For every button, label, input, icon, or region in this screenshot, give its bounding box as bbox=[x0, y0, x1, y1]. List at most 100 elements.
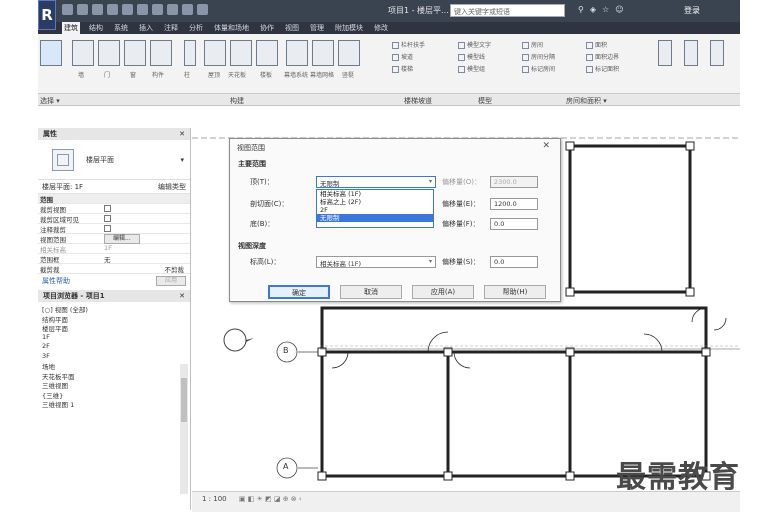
user-icon[interactable]: ☺ bbox=[615, 5, 623, 14]
model-line-button[interactable]: 模型线 bbox=[458, 52, 485, 61]
cancel-button[interactable]: 取消 bbox=[340, 285, 402, 299]
scroll-thumb[interactable] bbox=[181, 378, 187, 422]
tag-area-button[interactable]: 标记面积 bbox=[586, 64, 619, 73]
tree-item[interactable]: 三维视图 bbox=[42, 380, 190, 390]
tree-item[interactable]: 2F bbox=[42, 342, 190, 352]
area-boundary-button[interactable]: 面积边界 bbox=[586, 52, 619, 61]
measure-icon[interactable] bbox=[137, 4, 148, 15]
crop-region-visible-checkbox[interactable] bbox=[104, 214, 111, 222]
curtain-system-button[interactable] bbox=[286, 40, 308, 66]
tab-systems[interactable]: 系统 bbox=[112, 23, 130, 33]
model-text-button[interactable]: 模型文字 bbox=[458, 40, 491, 49]
room-separator-button[interactable]: 房间分隔 bbox=[522, 52, 555, 61]
undo-icon[interactable] bbox=[92, 4, 103, 15]
tree-item[interactable]: [○] 视图 (全部) bbox=[42, 304, 190, 314]
tag-room-button[interactable]: 标记房间 bbox=[522, 64, 555, 73]
close-icon[interactable]: ✕ bbox=[542, 141, 550, 151]
tree-item[interactable]: 天花板平面 bbox=[42, 371, 190, 381]
close-icon[interactable]: ✕ bbox=[179, 130, 185, 138]
edit-type-button[interactable]: 编辑类型 bbox=[158, 182, 186, 192]
subscription-icon[interactable]: ◈ bbox=[590, 5, 596, 14]
level-combo[interactable]: 相关标高 (1F) ▾ bbox=[316, 256, 436, 268]
tab-manage[interactable]: 管理 bbox=[308, 23, 326, 33]
top-combo[interactable]: 无限制 ▾ bbox=[316, 176, 436, 188]
view-range-edit-button[interactable]: 编辑... bbox=[104, 234, 140, 244]
apply-dialog-button[interactable]: 应用(A) bbox=[412, 285, 474, 299]
tree-item[interactable]: 楼层平面 bbox=[42, 323, 190, 333]
app-menu-button[interactable]: R bbox=[38, 0, 56, 30]
top-offset-input[interactable]: 2300.0 bbox=[490, 176, 538, 188]
instance-filter[interactable]: 楼层平面: 1F bbox=[42, 182, 83, 192]
dropdown-option[interactable]: 标高之上 (2F) bbox=[317, 198, 433, 206]
type-selector[interactable]: 楼层平面 ▾ bbox=[38, 140, 190, 180]
tree-item[interactable]: 1F bbox=[42, 333, 190, 343]
mullion-button[interactable] bbox=[338, 40, 360, 66]
tab-structure[interactable]: 结构 bbox=[87, 23, 105, 33]
tree-item[interactable]: 3F bbox=[42, 352, 190, 362]
tree-item[interactable]: 结构平面 bbox=[42, 314, 190, 324]
column-button[interactable] bbox=[184, 40, 196, 66]
ok-button[interactable]: 确定 bbox=[268, 285, 330, 299]
component-button[interactable] bbox=[150, 40, 172, 66]
window-button[interactable] bbox=[124, 40, 146, 66]
dropdown-option-selected[interactable]: 无限制 bbox=[317, 214, 433, 222]
prop-value[interactable]: 不剪裁 bbox=[100, 264, 190, 274]
ceiling-button[interactable] bbox=[230, 40, 252, 66]
properties-help-link[interactable]: 属性帮助 bbox=[42, 276, 70, 286]
ramp-button[interactable]: 坡道 bbox=[392, 52, 413, 61]
bottom-offset-input[interactable]: 0.0 bbox=[490, 218, 538, 230]
apply-button[interactable]: 应用 bbox=[155, 276, 186, 286]
close-icon[interactable]: ✕ bbox=[179, 292, 185, 300]
modify-button[interactable] bbox=[40, 40, 62, 66]
select-panel-label[interactable]: 选择 ▾ bbox=[40, 96, 60, 106]
room-button[interactable]: 房间 bbox=[522, 40, 543, 49]
annotation-crop-checkbox[interactable] bbox=[104, 224, 111, 232]
room-area-panel-label[interactable]: 房间和面积 ▾ bbox=[566, 96, 607, 106]
3d-view-icon[interactable] bbox=[167, 4, 178, 15]
roof-button[interactable] bbox=[204, 40, 226, 66]
section-icon[interactable] bbox=[182, 4, 193, 15]
door-button[interactable] bbox=[98, 40, 120, 66]
curtain-grid-button[interactable] bbox=[312, 40, 334, 66]
tab-annotate[interactable]: 注释 bbox=[162, 23, 180, 33]
cut-offset-input[interactable]: 1200.0 bbox=[490, 198, 538, 210]
area-button[interactable]: 面积 bbox=[586, 40, 607, 49]
close-hidden-icon[interactable] bbox=[197, 4, 208, 15]
browser-scrollbar[interactable] bbox=[180, 364, 188, 494]
dropdown-option[interactable]: 2F bbox=[317, 206, 433, 214]
star-icon[interactable]: ☆ bbox=[602, 5, 609, 14]
chevron-down-icon[interactable]: ▾ bbox=[180, 156, 184, 164]
by-face-button[interactable] bbox=[658, 40, 672, 66]
tab-modify[interactable]: 修改 bbox=[372, 23, 390, 33]
text-icon[interactable] bbox=[152, 4, 163, 15]
floor-button[interactable] bbox=[256, 40, 278, 66]
tab-massing[interactable]: 体量和场地 bbox=[212, 23, 251, 33]
binoculars-icon[interactable]: ⚲ bbox=[578, 5, 584, 14]
tab-architecture[interactable]: 建筑 bbox=[62, 22, 80, 34]
tree-item[interactable]: 场地 bbox=[42, 361, 190, 371]
tab-collaborate[interactable]: 协作 bbox=[258, 23, 276, 33]
tab-addins[interactable]: 附加模块 bbox=[333, 23, 365, 33]
view-control-icons[interactable]: ▣ ◧ ☀ ◩ ◪ ⊕ ⊗ ‹ bbox=[239, 495, 302, 503]
redo-icon[interactable] bbox=[107, 4, 118, 15]
level-button[interactable] bbox=[710, 40, 724, 66]
scale-label[interactable]: 1 : 100 bbox=[202, 495, 227, 503]
level-offset-input[interactable]: 0.0 bbox=[490, 256, 538, 268]
shaft-button[interactable] bbox=[684, 40, 698, 66]
model-group-button[interactable]: 模型组 bbox=[458, 64, 485, 73]
railing-button[interactable]: 栏杆扶手 bbox=[392, 40, 425, 49]
help-button[interactable]: 帮助(H) bbox=[484, 285, 546, 299]
tab-insert[interactable]: 插入 bbox=[137, 23, 155, 33]
save-icon[interactable] bbox=[77, 4, 88, 15]
stair-button[interactable]: 楼梯 bbox=[392, 64, 413, 73]
sign-in-link[interactable]: 登录 bbox=[684, 5, 700, 16]
open-icon[interactable] bbox=[62, 4, 73, 15]
prop-value[interactable]: 无 bbox=[100, 254, 190, 264]
crop-view-checkbox[interactable] bbox=[104, 204, 111, 212]
tree-item[interactable]: {三维} bbox=[42, 390, 190, 400]
print-icon[interactable] bbox=[122, 4, 133, 15]
tab-view[interactable]: 视图 bbox=[283, 23, 301, 33]
wall-button[interactable] bbox=[72, 40, 94, 66]
search-input[interactable]: 键入关键字或短语 bbox=[450, 4, 565, 17]
tree-item[interactable]: 三维视图 1 bbox=[42, 399, 190, 409]
